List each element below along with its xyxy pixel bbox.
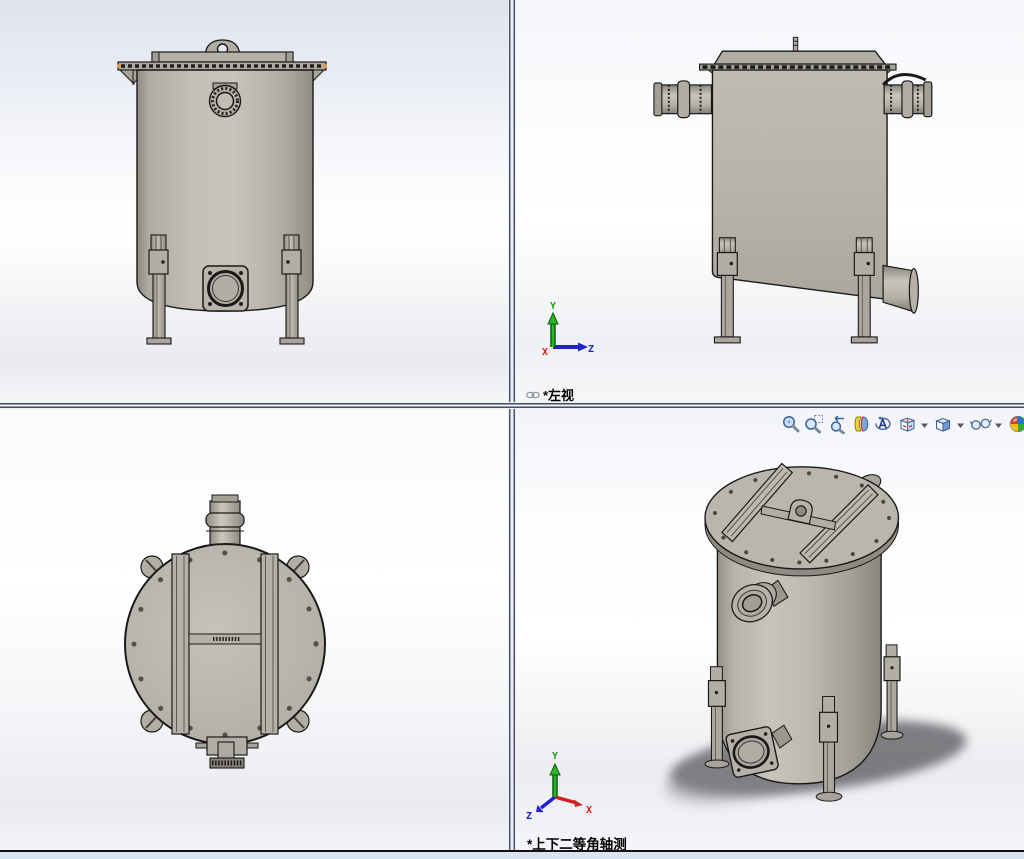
display-style-icon[interactable] [933,414,953,436]
hide-show-items-dropdown[interactable] [994,414,1003,436]
previous-view-icon[interactable] [827,414,847,436]
view-label-left-view: *左视 [526,385,574,404]
viewport-top-view[interactable] [0,409,508,850]
viewport-isometric-view[interactable] [516,409,1024,850]
section-view-icon[interactable] [851,414,871,436]
view-label-text: *左视 [543,388,575,403]
front-view-drawing [117,39,327,345]
status-bar-edge [0,850,1024,859]
viewport-splitter-horizontal[interactable] [0,402,1024,409]
rotate-view-icon[interactable] [873,414,893,436]
isometric-view-drawing [665,462,967,802]
zoom-to-area-icon[interactable] [804,414,824,436]
viewport-splitter-vertical[interactable] [508,0,516,850]
link-icon [526,391,540,398]
zoom-to-fit-icon[interactable] [781,414,801,436]
viewport-left-view[interactable] [516,0,1024,402]
edit-appearance-icon[interactable] [1008,414,1024,436]
viewport-front-view[interactable] [0,0,508,402]
view-orientation-icon[interactable] [897,414,917,436]
view-orientation-dropdown[interactable] [920,414,929,436]
left-view-drawing [653,36,933,344]
top-view-drawing [124,494,326,769]
hide-show-items-icon[interactable] [969,414,993,436]
display-style-dropdown[interactable] [956,414,965,436]
heads-up-view-toolbar [780,412,1024,438]
